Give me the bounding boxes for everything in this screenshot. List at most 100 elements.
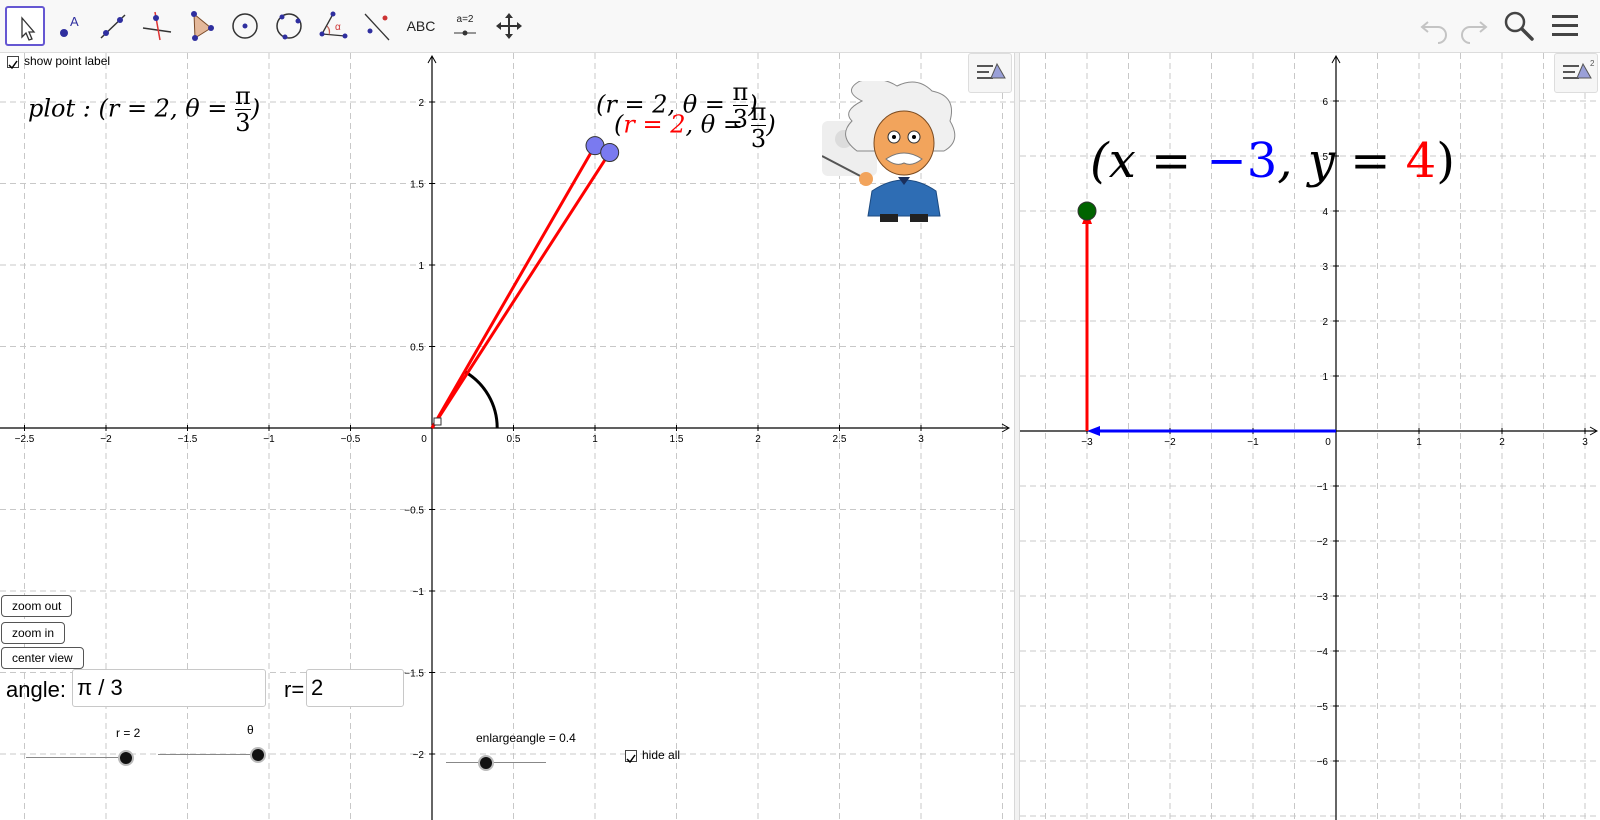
slider-theta[interactable]	[158, 745, 270, 765]
center-view-button[interactable]: center view	[1, 647, 84, 669]
perpendicular-line-icon	[142, 11, 172, 41]
slider-enlarge[interactable]	[446, 753, 556, 773]
y-tick-label: −4	[1317, 647, 1329, 658]
x-tick-label: 2	[755, 434, 761, 445]
x-tick-label: 0.5	[507, 434, 521, 445]
plot-formula-suffix: )	[250, 94, 261, 123]
x-tick-label: 1.5	[670, 434, 684, 445]
x-tick-label: −3	[1081, 437, 1093, 448]
x-tick-label: −1.5	[178, 434, 198, 445]
text-tool-button[interactable]: ABC	[401, 6, 441, 46]
toolbar: A α ABC a=2	[0, 0, 1600, 53]
xy-equation: (x = −3, y = 4)	[1090, 133, 1455, 189]
cursor-arrow-icon	[21, 16, 36, 41]
style-bar-toggle-2[interactable]: 2	[1554, 53, 1598, 93]
circle-tool-button[interactable]	[225, 6, 265, 46]
xy-eq-mid: , y =	[1277, 133, 1406, 189]
checkmark-icon	[626, 754, 636, 764]
x-tick-label: 0	[1325, 437, 1331, 448]
menu-icon	[1552, 15, 1578, 36]
slider-r-label: r = 2	[116, 726, 141, 740]
angle-arc	[463, 370, 499, 429]
line-tool-button[interactable]	[93, 6, 133, 46]
graphics-view-1[interactable]: −2.5 −2 −1.5 −1 −0.5 0 0.5 1 1.5 2 2.5 3 2 1.5 1 0.5 −0.…	[0, 53, 1014, 820]
y-tick-label: −1	[1317, 482, 1329, 493]
pi-over-3-fraction: π3	[235, 82, 251, 138]
reflect-tool-button[interactable]	[357, 6, 397, 46]
x-tick-label: −1	[263, 434, 275, 445]
move-tool-button[interactable]	[5, 6, 45, 46]
svg-text:A: A	[70, 14, 79, 29]
menu-button[interactable]	[1550, 11, 1582, 41]
hide-all-checkbox[interactable]	[625, 750, 637, 764]
y-tick-label: 4	[1322, 207, 1328, 218]
circle-three-points-tool-button[interactable]	[269, 6, 309, 46]
polar-segment-2	[430, 151, 611, 429]
y-tick-label: 6	[1322, 97, 1328, 108]
hide-all-text: hide all	[642, 748, 681, 762]
slider-theta-label: θ	[247, 723, 254, 737]
x-tick-label: −1	[1247, 437, 1259, 448]
slider-enlarge-track	[446, 762, 546, 763]
x-tick-label: 2	[1499, 437, 1505, 448]
svg-text:α: α	[335, 22, 341, 33]
cartesian-point	[1077, 201, 1097, 221]
point-icon: A	[60, 14, 79, 37]
x-tick-label: 3	[918, 434, 924, 445]
origin-point-label	[433, 417, 442, 426]
zoom-out-button[interactable]: zoom out	[1, 595, 73, 617]
xy-eq-y-value: 4	[1405, 133, 1437, 189]
polygon-tool-button[interactable]	[181, 6, 221, 46]
r-input[interactable]: 2	[306, 669, 404, 707]
undo-button[interactable]	[1418, 10, 1452, 44]
line-icon	[100, 14, 126, 39]
x-tick-label: 1	[1416, 437, 1422, 448]
x-tick-label: 1	[592, 434, 598, 445]
y-tick-label: 3	[1322, 262, 1328, 273]
show-point-label-checkbox[interactable]	[7, 56, 19, 70]
angle-icon: α	[319, 11, 348, 39]
zoom-in-button[interactable]: zoom in	[1, 622, 66, 644]
y-tick-label: −2	[1317, 537, 1329, 548]
polygon-icon	[191, 11, 214, 41]
style-bar-toggle-1[interactable]	[968, 53, 1012, 93]
y-tick-label: −3	[1317, 592, 1329, 603]
y-tick-label: 1.5	[410, 180, 424, 191]
angle-input[interactable]: π / 3	[72, 669, 266, 707]
x-tick-label: −2	[100, 434, 112, 445]
slider-icon	[454, 30, 476, 36]
y-tick-label: 1	[1322, 372, 1328, 383]
point-tool-button[interactable]: A	[49, 6, 89, 46]
slider-enlarge-handle[interactable]	[478, 755, 494, 771]
perpendicular-tool-button[interactable]	[137, 6, 177, 46]
circle-center-icon	[232, 13, 258, 39]
slider-theta-handle[interactable]	[250, 747, 266, 763]
x-tick-label: −0.5	[341, 434, 361, 445]
y-tick-label: −1	[413, 587, 425, 598]
move-view-tool-button[interactable]	[489, 6, 529, 46]
graphics-view-2[interactable]: −3 −2 −1 0 1 2 3 6 5 4 3 2 1 −1 −2 −3 −4 −5 −6 2 (x = −3, …	[1020, 53, 1600, 820]
slider-r-track	[26, 757, 126, 758]
slider-enlarge-label: enlargeangle = 0.4	[476, 731, 576, 745]
x-vector-arrowhead	[1087, 426, 1100, 436]
circle-three-points-icon	[276, 13, 302, 40]
xy-eq-close: )	[1436, 133, 1455, 189]
reflect-line-icon	[364, 13, 390, 41]
slider-r[interactable]	[26, 748, 136, 768]
slider-tool-button[interactable]: a=2	[445, 6, 485, 46]
undo-icon	[1420, 21, 1447, 44]
y-tick-label: −6	[1317, 757, 1329, 768]
slider-r-handle[interactable]	[118, 750, 134, 766]
x-tick-label: 3	[1582, 437, 1588, 448]
x-tick-label: −2.5	[15, 434, 35, 445]
plot-formula-prefix: plot : (r = 2, θ =	[28, 94, 236, 123]
redo-icon	[1461, 21, 1488, 44]
y-tick-label: 2	[1322, 317, 1328, 328]
y-tick-label: 2	[418, 98, 424, 109]
plot-formula: plot : (r = 2, θ = π 3)	[28, 83, 260, 137]
redo-button[interactable]	[1456, 10, 1490, 44]
checkmark-icon	[8, 60, 18, 70]
search-button[interactable]	[1502, 9, 1536, 43]
xy-eq-open: (x =	[1090, 133, 1207, 189]
angle-tool-button[interactable]: α	[313, 6, 353, 46]
